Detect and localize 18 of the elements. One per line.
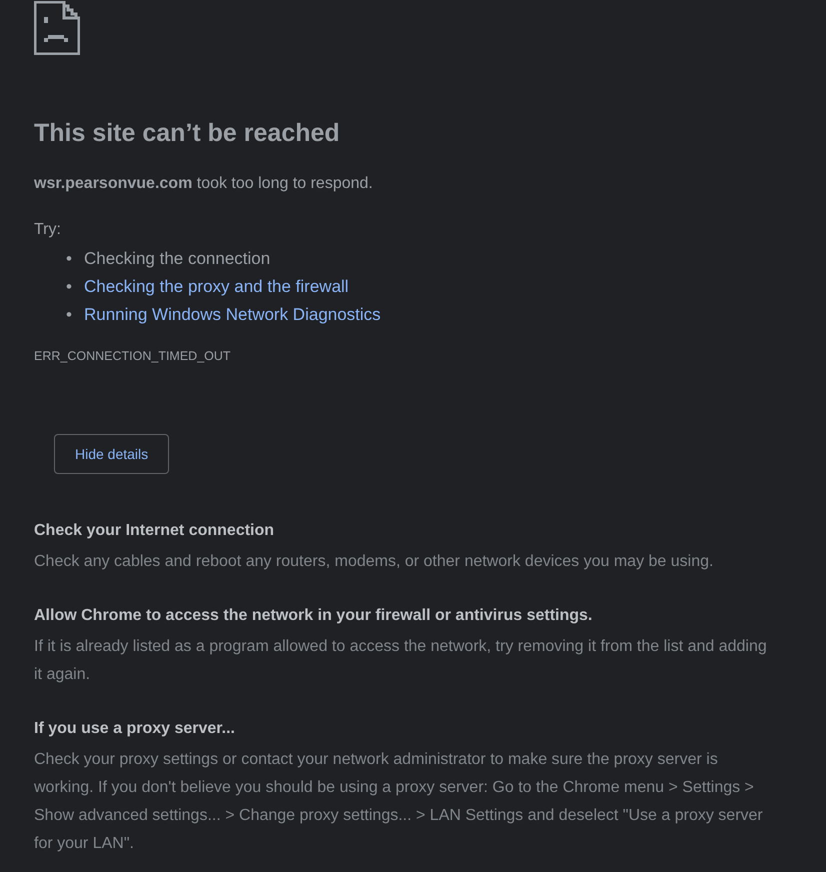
- sad-page-icon: [34, 1, 80, 55]
- try-label: Try:: [34, 220, 62, 240]
- detail-text: If it is already listed as a program allowed to access the network, try removing it from the list and adding it again.: [34, 637, 768, 685]
- bullet: •: [66, 304, 73, 326]
- bullet: •: [66, 276, 73, 298]
- detail-text: Check your proxy settings or contact your network administrator to make sure the proxy server is working. If you don't believe you should be using a proxy server: Go to the Chrome menu > Settings > Show advanced settings... > Change proxy settings... > LAN Settings and deselect "Use a proxy server for your LAN".: [34, 750, 764, 854]
- suggestion-text: Checking the connection: [84, 248, 270, 270]
- detail-text: Check any cables and reboot any routers, modems, or other network devices you may be using.: [34, 552, 714, 572]
- detail-heading: Allow Chrome to access the network in your firewall or antivirus settings.: [34, 606, 594, 626]
- detail-heading: Check your Internet connection: [34, 521, 276, 541]
- suggestion-link[interactable]: Checking the proxy and the firewall: [84, 273, 349, 301]
- bullet: •: [66, 248, 73, 270]
- hide-details-button[interactable]: Hide details: [54, 434, 170, 474]
- error-summary: wsr.pearsonvue.com took too long to respond.: [34, 174, 374, 194]
- error-code: ERR_CONNECTION_TIMED_OUT: [34, 349, 232, 363]
- suggestion-link[interactable]: Running Windows Network Diagnostics: [84, 301, 381, 329]
- detail-heading: If you use a proxy server...: [34, 719, 236, 739]
- error-heading: This site can’t be reached: [34, 118, 341, 148]
